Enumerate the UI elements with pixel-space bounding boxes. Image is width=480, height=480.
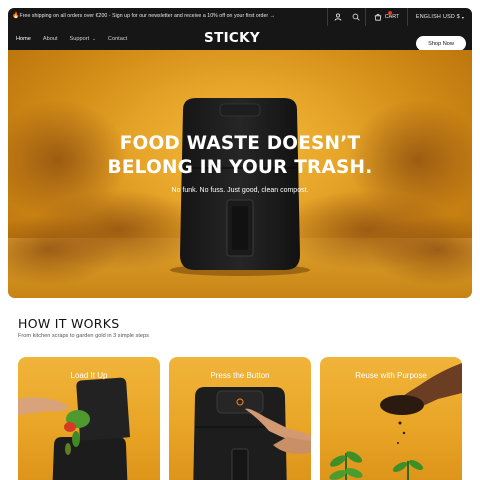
cart-count-badge <box>388 11 392 15</box>
announcement-bar: 🔥Free shipping on all orders over €200 -… <box>8 8 472 26</box>
step-card-load[interactable]: Load It Up <box>18 357 160 480</box>
nav-link-support[interactable]: Support ⌄ <box>70 36 96 42</box>
site-header: 🔥Free shipping on all orders over €200 -… <box>8 8 472 51</box>
announcement-text: 🔥Free shipping on all orders over €200 -… <box>12 13 275 19</box>
cart-button[interactable]: CART <box>365 8 407 26</box>
shop-now-button[interactable]: Shop Now <box>416 36 466 51</box>
nav-links: Home About Support ⌄ Contact <box>16 27 127 50</box>
currency-label: USD $ <box>442 14 460 20</box>
chevron-down-icon: ▾ <box>461 14 465 20</box>
language-currency-selector[interactable]: ENGLISH USD $ ▾ <box>407 8 472 26</box>
account-button[interactable] <box>327 8 347 26</box>
language-label: ENGLISH <box>415 14 441 20</box>
nav-link-home[interactable]: Home <box>16 36 31 42</box>
cart-label: CART <box>384 14 400 20</box>
chevron-down-icon: ⌄ <box>92 35 96 41</box>
section-subtitle: From kitchen scraps to garden gold in 3 … <box>18 333 149 339</box>
main-nav: Home About Support ⌄ Contact STICKY Shop … <box>8 27 472 51</box>
nav-link-contact[interactable]: Contact <box>108 36 127 42</box>
hero-subtitle: No funk. No fuss. Just good, clean compo… <box>171 187 309 194</box>
site-logo[interactable]: STICKY <box>202 30 262 46</box>
section-title: HOW IT WORKS <box>18 316 120 331</box>
nav-link-about[interactable]: About <box>43 36 58 42</box>
step-card-reuse[interactable]: Reuse with Purpose <box>320 357 462 480</box>
hero-banner: FOOD WASTE DOESN’T BELONG IN YOUR TRASH.… <box>8 50 472 298</box>
user-icon <box>334 13 341 21</box>
step-title: Reuse with Purpose <box>355 371 427 380</box>
flame-icon: 🔥 <box>12 13 20 19</box>
step-title: Load It Up <box>70 371 108 380</box>
hero-title: FOOD WASTE DOESN’T BELONG IN YOUR TRASH. <box>107 133 373 178</box>
search-icon <box>352 13 360 21</box>
search-button[interactable] <box>347 8 365 26</box>
step-card-press[interactable]: Press the Button <box>169 357 311 480</box>
step-title: Press the Button <box>210 371 270 380</box>
cart-icon <box>374 13 381 21</box>
